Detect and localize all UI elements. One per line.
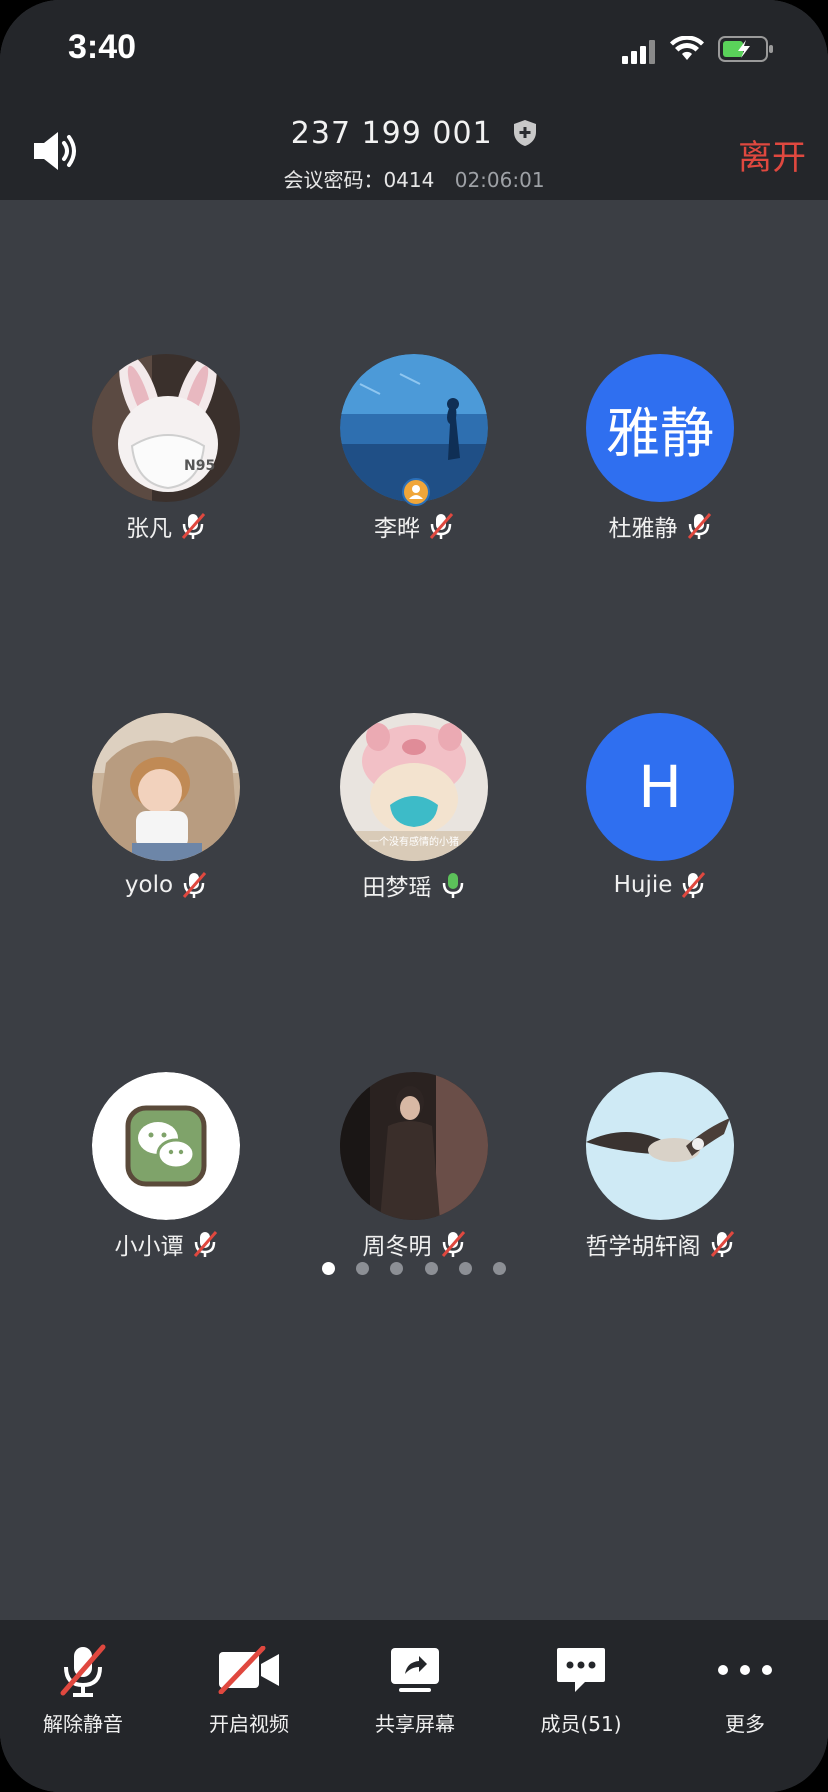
participant-name: 哲学胡轩阁: [585, 1234, 701, 1260]
mic-muted-icon: [181, 513, 206, 539]
participant-tile[interactable]: H Hujie: [540, 713, 780, 903]
host-badge-icon: [402, 478, 430, 506]
participant-name-row: 哲学胡轩阁: [540, 1226, 780, 1262]
participant-name-row: 杜雅静: [540, 508, 780, 544]
avatar-initials: H: [586, 713, 734, 861]
participant-tile[interactable]: 小小谭: [46, 1072, 286, 1262]
participant-name: 小小谭: [114, 1234, 184, 1260]
page-dot[interactable]: [458, 1262, 472, 1275]
participant-tile[interactable]: 周冬明: [294, 1072, 534, 1262]
mic-speaking-icon: [442, 873, 463, 898]
participant-name-row: 李晔: [294, 508, 534, 544]
avatar-text: H: [638, 753, 682, 821]
start-video-button[interactable]: 开启视频: [166, 1640, 332, 1737]
participant-tile[interactable]: 李晔: [294, 354, 534, 544]
elapsed-timer: 02:06:01: [454, 168, 545, 192]
person-dark-photo: [340, 1072, 488, 1220]
participant-tile[interactable]: 雅静 杜雅静: [540, 354, 780, 544]
page-dot[interactable]: [356, 1262, 370, 1275]
participant-name: 张凡: [126, 516, 172, 542]
avatar: [340, 1072, 488, 1220]
participant-name: 周冬明: [362, 1234, 432, 1260]
participant-tile[interactable]: N95 张凡: [46, 354, 286, 544]
status-time: 3:40: [68, 28, 137, 66]
mic-muted-icon: [429, 513, 454, 539]
avatar-initials: 雅静: [586, 354, 734, 502]
child-photo: [92, 713, 240, 861]
avatar: N95: [92, 354, 240, 502]
participant-name-row: 小小谭: [46, 1226, 286, 1262]
meeting-id[interactable]: 237 199 001: [0, 116, 828, 151]
more-label: 更多: [725, 1712, 765, 1736]
participant-name: 杜雅静: [608, 516, 678, 542]
avatar: [92, 1072, 240, 1220]
share-screen-button[interactable]: 共享屏幕: [332, 1640, 498, 1737]
leave-button[interactable]: 离开: [738, 130, 806, 179]
members-button[interactable]: 成员(51): [498, 1640, 664, 1737]
password-label: 会议密码：: [283, 168, 384, 192]
participant-name: Hujie: [613, 872, 673, 898]
participant-tile[interactable]: 一个没有感情的小猪 田梦瑶: [294, 713, 534, 903]
meeting-id-text: 237 199 001: [290, 116, 493, 151]
bird-photo: [586, 1072, 734, 1220]
chat-bubble-icon: [557, 1648, 605, 1692]
unmute-label: 解除静音: [43, 1712, 123, 1736]
page-dot[interactable]: [424, 1262, 438, 1275]
meeting-meta: 会议密码：0414 02:06:01: [0, 164, 828, 193]
mic-muted-icon: [193, 1231, 217, 1257]
avatar: [340, 354, 488, 506]
cat-pig-hat-photo: 一个没有感情的小猪: [340, 713, 488, 861]
avatar-caption: 一个没有感情的小猪: [369, 835, 459, 848]
wifi-icon: [670, 36, 704, 60]
video-off-icon: [218, 1646, 279, 1694]
participant-name-row: yolo: [46, 867, 286, 903]
mic-muted-icon: [182, 872, 207, 898]
members-label: 成员(51): [540, 1712, 622, 1736]
avatar: [586, 1072, 734, 1220]
svg-text:N95: N95: [184, 458, 215, 474]
avatar: [92, 713, 240, 861]
mic-muted-icon: [710, 1231, 734, 1257]
participant-name-row: Hujie: [540, 867, 780, 903]
rabbit-mask-photo: N95: [92, 354, 240, 502]
page-dot-active[interactable]: [322, 1262, 336, 1275]
status-icons: [622, 34, 792, 64]
page-indicator[interactable]: [0, 1260, 828, 1279]
participant-name: 李晔: [374, 516, 420, 542]
avatar-text: 雅静: [606, 401, 714, 465]
participant-name-row: 张凡: [46, 508, 286, 544]
participant-tile[interactable]: 哲学胡轩阁: [540, 1072, 780, 1262]
signal-icon: [622, 40, 655, 64]
share-screen-icon: [391, 1648, 439, 1692]
start-video-label: 开启视频: [209, 1712, 289, 1736]
meeting-screen: 3:40 237 199 001 会议密码：0414 02:06:01 离开 N…: [0, 0, 828, 1792]
password-value: 0414: [383, 168, 435, 192]
mic-muted-icon: [441, 1231, 465, 1257]
participant-name-row: 周冬明: [294, 1226, 534, 1262]
participant-name: yolo: [124, 872, 174, 898]
participant-name: 田梦瑶: [362, 875, 432, 901]
avatar: 一个没有感情的小猪: [340, 713, 488, 861]
security-shield-icon[interactable]: [513, 119, 537, 147]
mic-off-icon: [60, 1644, 106, 1697]
unmute-button[interactable]: 解除静音: [0, 1640, 166, 1737]
participant-name-row: 田梦瑶: [294, 867, 534, 903]
mic-muted-icon: [682, 872, 706, 898]
page-dot[interactable]: [492, 1262, 506, 1275]
share-screen-label: 共享屏幕: [375, 1712, 455, 1736]
more-dots-icon: [718, 1665, 772, 1675]
more-button[interactable]: 更多: [662, 1640, 828, 1737]
battery-charging-icon: [718, 36, 773, 62]
top-bar: 3:40 237 199 001 会议密码：0414 02:06:01 离开: [0, 0, 828, 200]
page-dot[interactable]: [390, 1262, 404, 1275]
mic-muted-icon: [687, 513, 711, 539]
wechat-logo-icon: [92, 1072, 240, 1220]
participant-tile[interactable]: yolo: [46, 713, 286, 903]
bottom-toolbar: 解除静音 开启视频 共享屏幕 成员(51) 更多: [0, 1620, 828, 1792]
